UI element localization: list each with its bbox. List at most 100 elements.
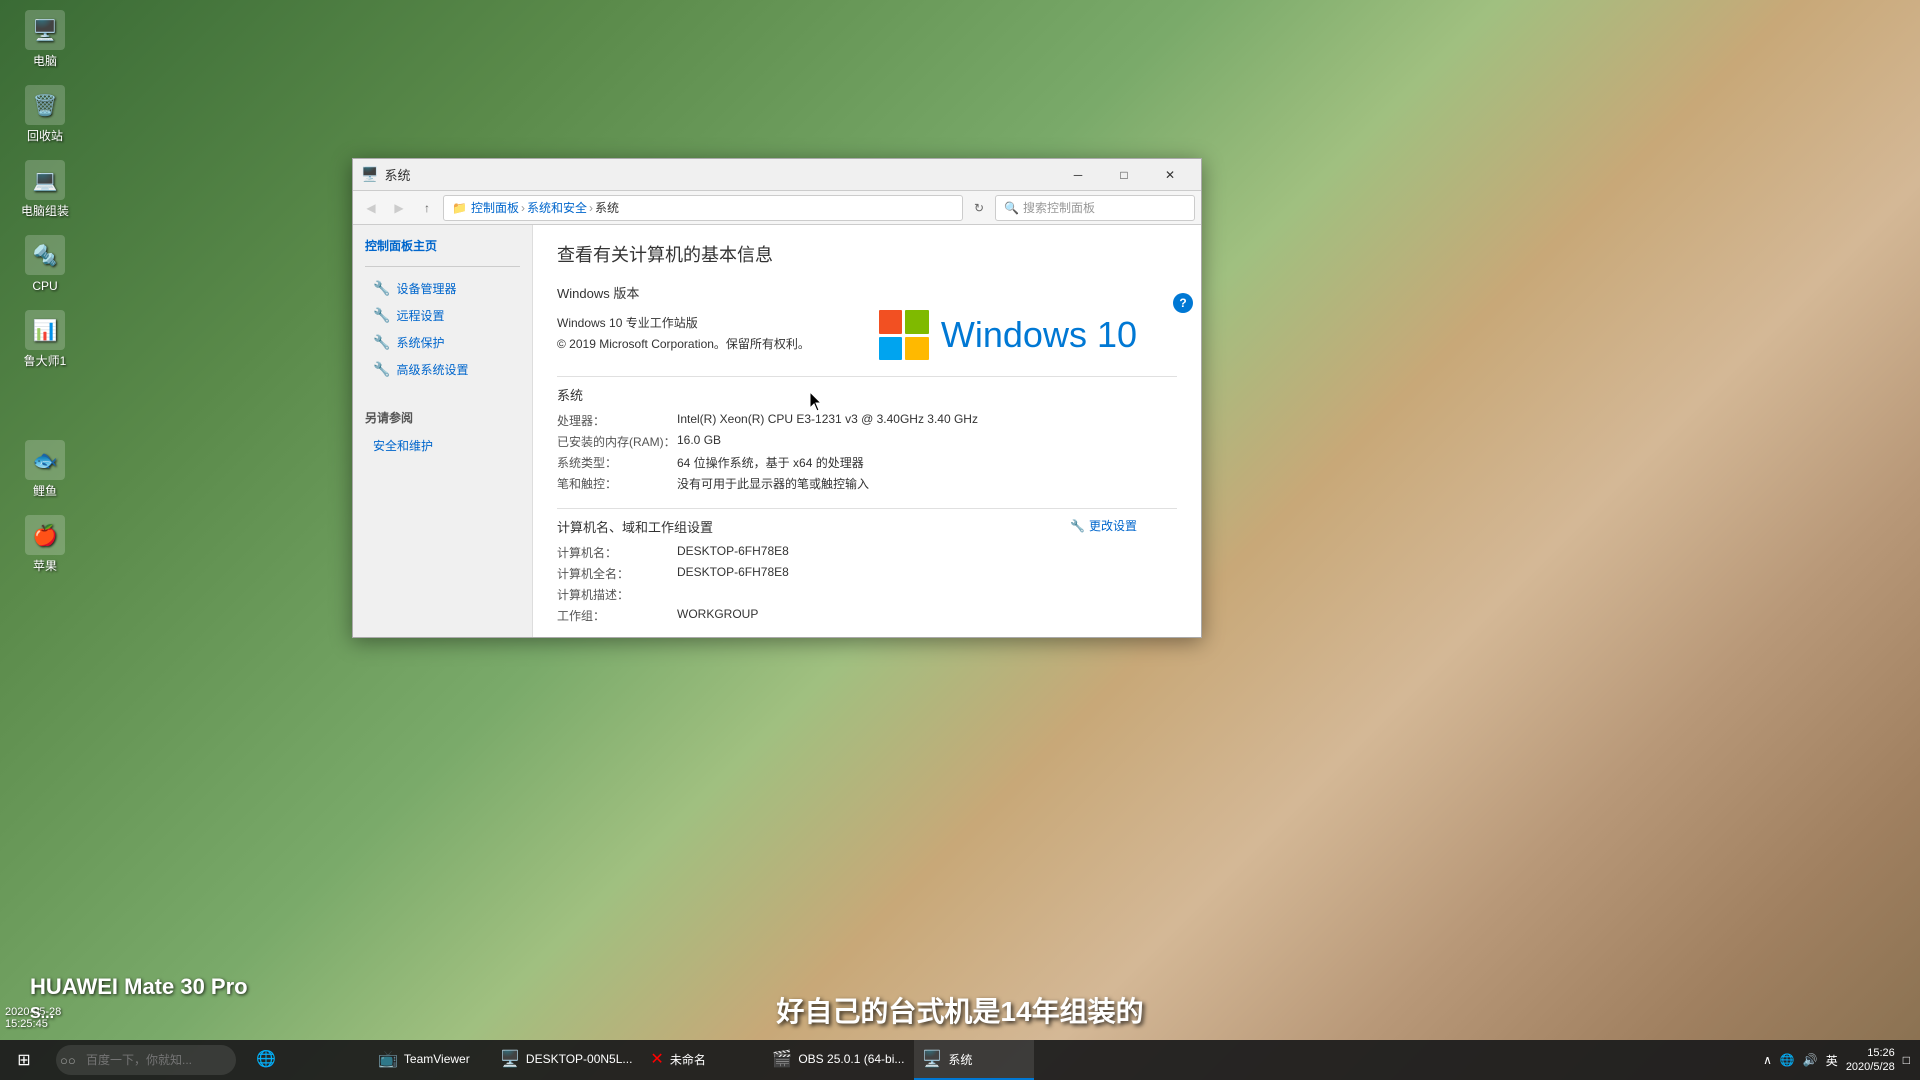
system-icon: 🖥️: [922, 1049, 942, 1069]
help-button[interactable]: ?: [1173, 293, 1193, 313]
desktop-icon-computer-group[interactable]: 💻 电脑组装: [10, 160, 80, 218]
windows-edition: Windows 10 专业工作站版: [557, 314, 698, 331]
search-placeholder: 搜索控制面板: [1023, 199, 1095, 216]
desktop-icon2: 🖥️: [500, 1049, 520, 1069]
window-icon: 🖥️: [361, 166, 378, 183]
sidebar-item-remote-settings[interactable]: 🔧 远程设置: [353, 302, 532, 329]
subtitle-text: 好自己的台式机是14年组装的: [0, 990, 1920, 1030]
taskbar-app-system[interactable]: 🖥️ 系统: [914, 1040, 1034, 1080]
windows10-text: Windows 10: [941, 314, 1137, 356]
sidebar-item-advanced-settings[interactable]: 🔧 高级系统设置: [353, 356, 532, 383]
desktop-icon-fruit[interactable]: 🍎 苹果: [10, 515, 80, 573]
system-section-title: 系统: [557, 385, 1177, 404]
refresh-button[interactable]: ↻: [967, 196, 991, 220]
windows-edition-row: Windows 10 专业工作站版: [557, 314, 810, 331]
page-title: 查看有关计算机的基本信息: [557, 241, 1177, 267]
breadcrumb-folder: 📁: [452, 201, 467, 215]
sidebar-item-security-maintenance[interactable]: 安全和维护: [353, 432, 532, 459]
sidebar-item-system-protection[interactable]: 🔧 系统保护: [353, 329, 532, 356]
sidebar-item-device-manager[interactable]: 🔧 设备管理器: [353, 275, 532, 302]
systray-sound: 🔊: [1803, 1053, 1818, 1067]
taskbar-app-desktop[interactable]: 🖥️ DESKTOP-00N5L...: [492, 1040, 640, 1080]
maximize-button[interactable]: □: [1101, 159, 1147, 191]
copyright-text: © 2019 Microsoft Corporation。保留所有权利。: [557, 335, 810, 352]
system-type-value: 64 位操作系统，基于 x64 的处理器: [677, 454, 864, 471]
up-button[interactable]: ↑: [415, 196, 439, 220]
window-title: 系统: [384, 165, 1049, 184]
processor-label: 处理器：: [557, 412, 677, 429]
computer-name-row: 计算机名： DESKTOP-6FH78E8: [557, 544, 1177, 561]
main-content: ? 查看有关计算机的基本信息 Windows 版本 Windows 10 专业工…: [533, 225, 1201, 637]
copyright-row: © 2019 Microsoft Corporation。保留所有权利。: [557, 335, 810, 352]
taskbar-app-teamviewer[interactable]: 📺 TeamViewer: [370, 1040, 490, 1080]
desktop-icon-this-pc[interactable]: 🖥️ 电脑: [10, 10, 80, 68]
edge-icon: 🌐: [256, 1049, 276, 1069]
taskbar-app-antivirus[interactable]: ✕ 未命名: [642, 1040, 762, 1080]
computer-fullname-value: DESKTOP-6FH78E8: [677, 565, 789, 582]
systray-input-method[interactable]: 英: [1826, 1052, 1838, 1069]
systray-network: 🌐: [1780, 1053, 1795, 1067]
antivirus-icon: ✕: [650, 1049, 663, 1069]
workgroup-row: 工作组： WORKGROUP: [557, 607, 1177, 624]
computer-desc-label: 计算机描述：: [557, 586, 677, 603]
start-button[interactable]: ⊞: [0, 1040, 48, 1080]
pen-touch-label: 笔和触控：: [557, 475, 677, 492]
computer-fullname-row: 计算机全名： DESKTOP-6FH78E8: [557, 565, 1177, 582]
taskbar: ⊞ ○○ 🌐 📺 TeamViewer 🖥️ DESKTOP-00N5L... …: [0, 1040, 1920, 1080]
system-type-row: 系统类型： 64 位操作系统，基于 x64 的处理器: [557, 454, 1177, 471]
taskbar-app-obs[interactable]: 🎬 OBS 25.0.1 (64-bi...: [764, 1040, 912, 1080]
desktop-icon-network[interactable]: 📊 鲁大师1: [10, 310, 80, 368]
system-window: 🖥️ 系统 ─ □ ✕ ◀ ▶ ↑ 📁 控制面板 › 系统和安全 › 系统: [352, 158, 1202, 638]
workgroup-value: WORKGROUP: [677, 607, 758, 624]
ram-row: 已安装的内存(RAM)： 16.0 GB: [557, 433, 1177, 450]
computer-name-section: 计算机名、域和工作组设置 计算机名： DESKTOP-6FH78E8 计算机全名…: [557, 517, 1177, 624]
desktop: 🖥️ 电脑 🗑️ 回收站 💻 电脑组装 🔩 CPU 📊 鲁大师1 🐟 鲤鱼 🍎 …: [0, 0, 1920, 1080]
date-display: 2020/5/28: [1846, 1060, 1895, 1074]
search-icon: 🔍: [1004, 201, 1019, 215]
advanced-settings-icon: 🔧: [373, 361, 390, 378]
sidebar: 控制面板主页 🔧 设备管理器 🔧 远程设置 🔧 系统保护 🔧 高级系统设置: [353, 225, 533, 637]
processor-value: Intel(R) Xeon(R) CPU E3-1231 v3 @ 3.40GH…: [677, 412, 978, 429]
processor-row: 处理器： Intel(R) Xeon(R) CPU E3-1231 v3 @ 3…: [557, 412, 1177, 429]
minimize-button[interactable]: ─: [1055, 159, 1101, 191]
change-settings-icon: 🔧: [1070, 519, 1085, 533]
systray-notification[interactable]: □: [1903, 1053, 1910, 1067]
computer-name-label: 计算机名：: [557, 544, 677, 561]
change-settings-link[interactable]: 🔧 更改设置: [1070, 517, 1137, 534]
taskbar-systray: ∧ 🌐 🔊 英 15:26 2020/5/28 □: [1763, 1046, 1920, 1075]
search-box[interactable]: 🔍 搜索控制面板: [995, 195, 1195, 221]
watermark-line1: HUAWEI Mate 30 Pro: [30, 972, 248, 1003]
desktop-icon-cpu[interactable]: 🔩 CPU: [10, 235, 80, 293]
close-button[interactable]: ✕: [1147, 159, 1193, 191]
window-body: 控制面板主页 🔧 设备管理器 🔧 远程设置 🔧 系统保护 🔧 高级系统设置: [353, 225, 1201, 637]
sidebar-main-link[interactable]: 控制面板主页: [353, 233, 532, 258]
windows-4color-logo: [879, 310, 929, 360]
device-manager-icon: 🔧: [373, 280, 390, 297]
pen-touch-row: 笔和触控： 没有可用于此显示器的笔或触控输入: [557, 475, 1177, 492]
desktop-icon-recycle-bin[interactable]: 🗑️ 回收站: [10, 85, 80, 143]
taskbar-app-edge[interactable]: 🌐: [248, 1040, 368, 1080]
back-button[interactable]: ◀: [359, 196, 383, 220]
taskbar-apps: 🌐 📺 TeamViewer 🖥️ DESKTOP-00N5L... ✕ 未命名…: [248, 1040, 1763, 1080]
remote-settings-icon: 🔧: [373, 307, 390, 324]
taskbar-search-input[interactable]: [56, 1045, 236, 1075]
breadcrumb-system-security[interactable]: 系统和安全: [527, 199, 587, 216]
breadcrumb-control-panel[interactable]: 控制面板: [471, 199, 519, 216]
forward-button[interactable]: ▶: [387, 196, 411, 220]
system-protection-icon: 🔧: [373, 334, 390, 351]
taskbar-time[interactable]: 15:26 2020/5/28: [1846, 1046, 1895, 1075]
windows-version-title: Windows 版本: [557, 283, 1177, 302]
address-bar: ◀ ▶ ↑ 📁 控制面板 › 系统和安全 › 系统 ↻ 🔍 搜索控制面板: [353, 191, 1201, 225]
ram-label: 已安装的内存(RAM)：: [557, 433, 677, 450]
computer-desc-row: 计算机描述：: [557, 586, 1177, 603]
window-controls: ─ □ ✕: [1055, 159, 1193, 191]
workgroup-label: 工作组：: [557, 607, 677, 624]
obs-icon: 🎬: [772, 1049, 792, 1069]
systray-caret[interactable]: ∧: [1763, 1053, 1772, 1067]
desktop-icon-fish[interactable]: 🐟 鲤鱼: [10, 440, 80, 498]
address-path[interactable]: 📁 控制面板 › 系统和安全 › 系统: [443, 195, 963, 221]
also-ref-title: 另请参阅: [353, 403, 532, 432]
ram-value: 16.0 GB: [677, 433, 721, 450]
time-display: 15:26: [1846, 1046, 1895, 1060]
system-type-label: 系统类型：: [557, 454, 677, 471]
